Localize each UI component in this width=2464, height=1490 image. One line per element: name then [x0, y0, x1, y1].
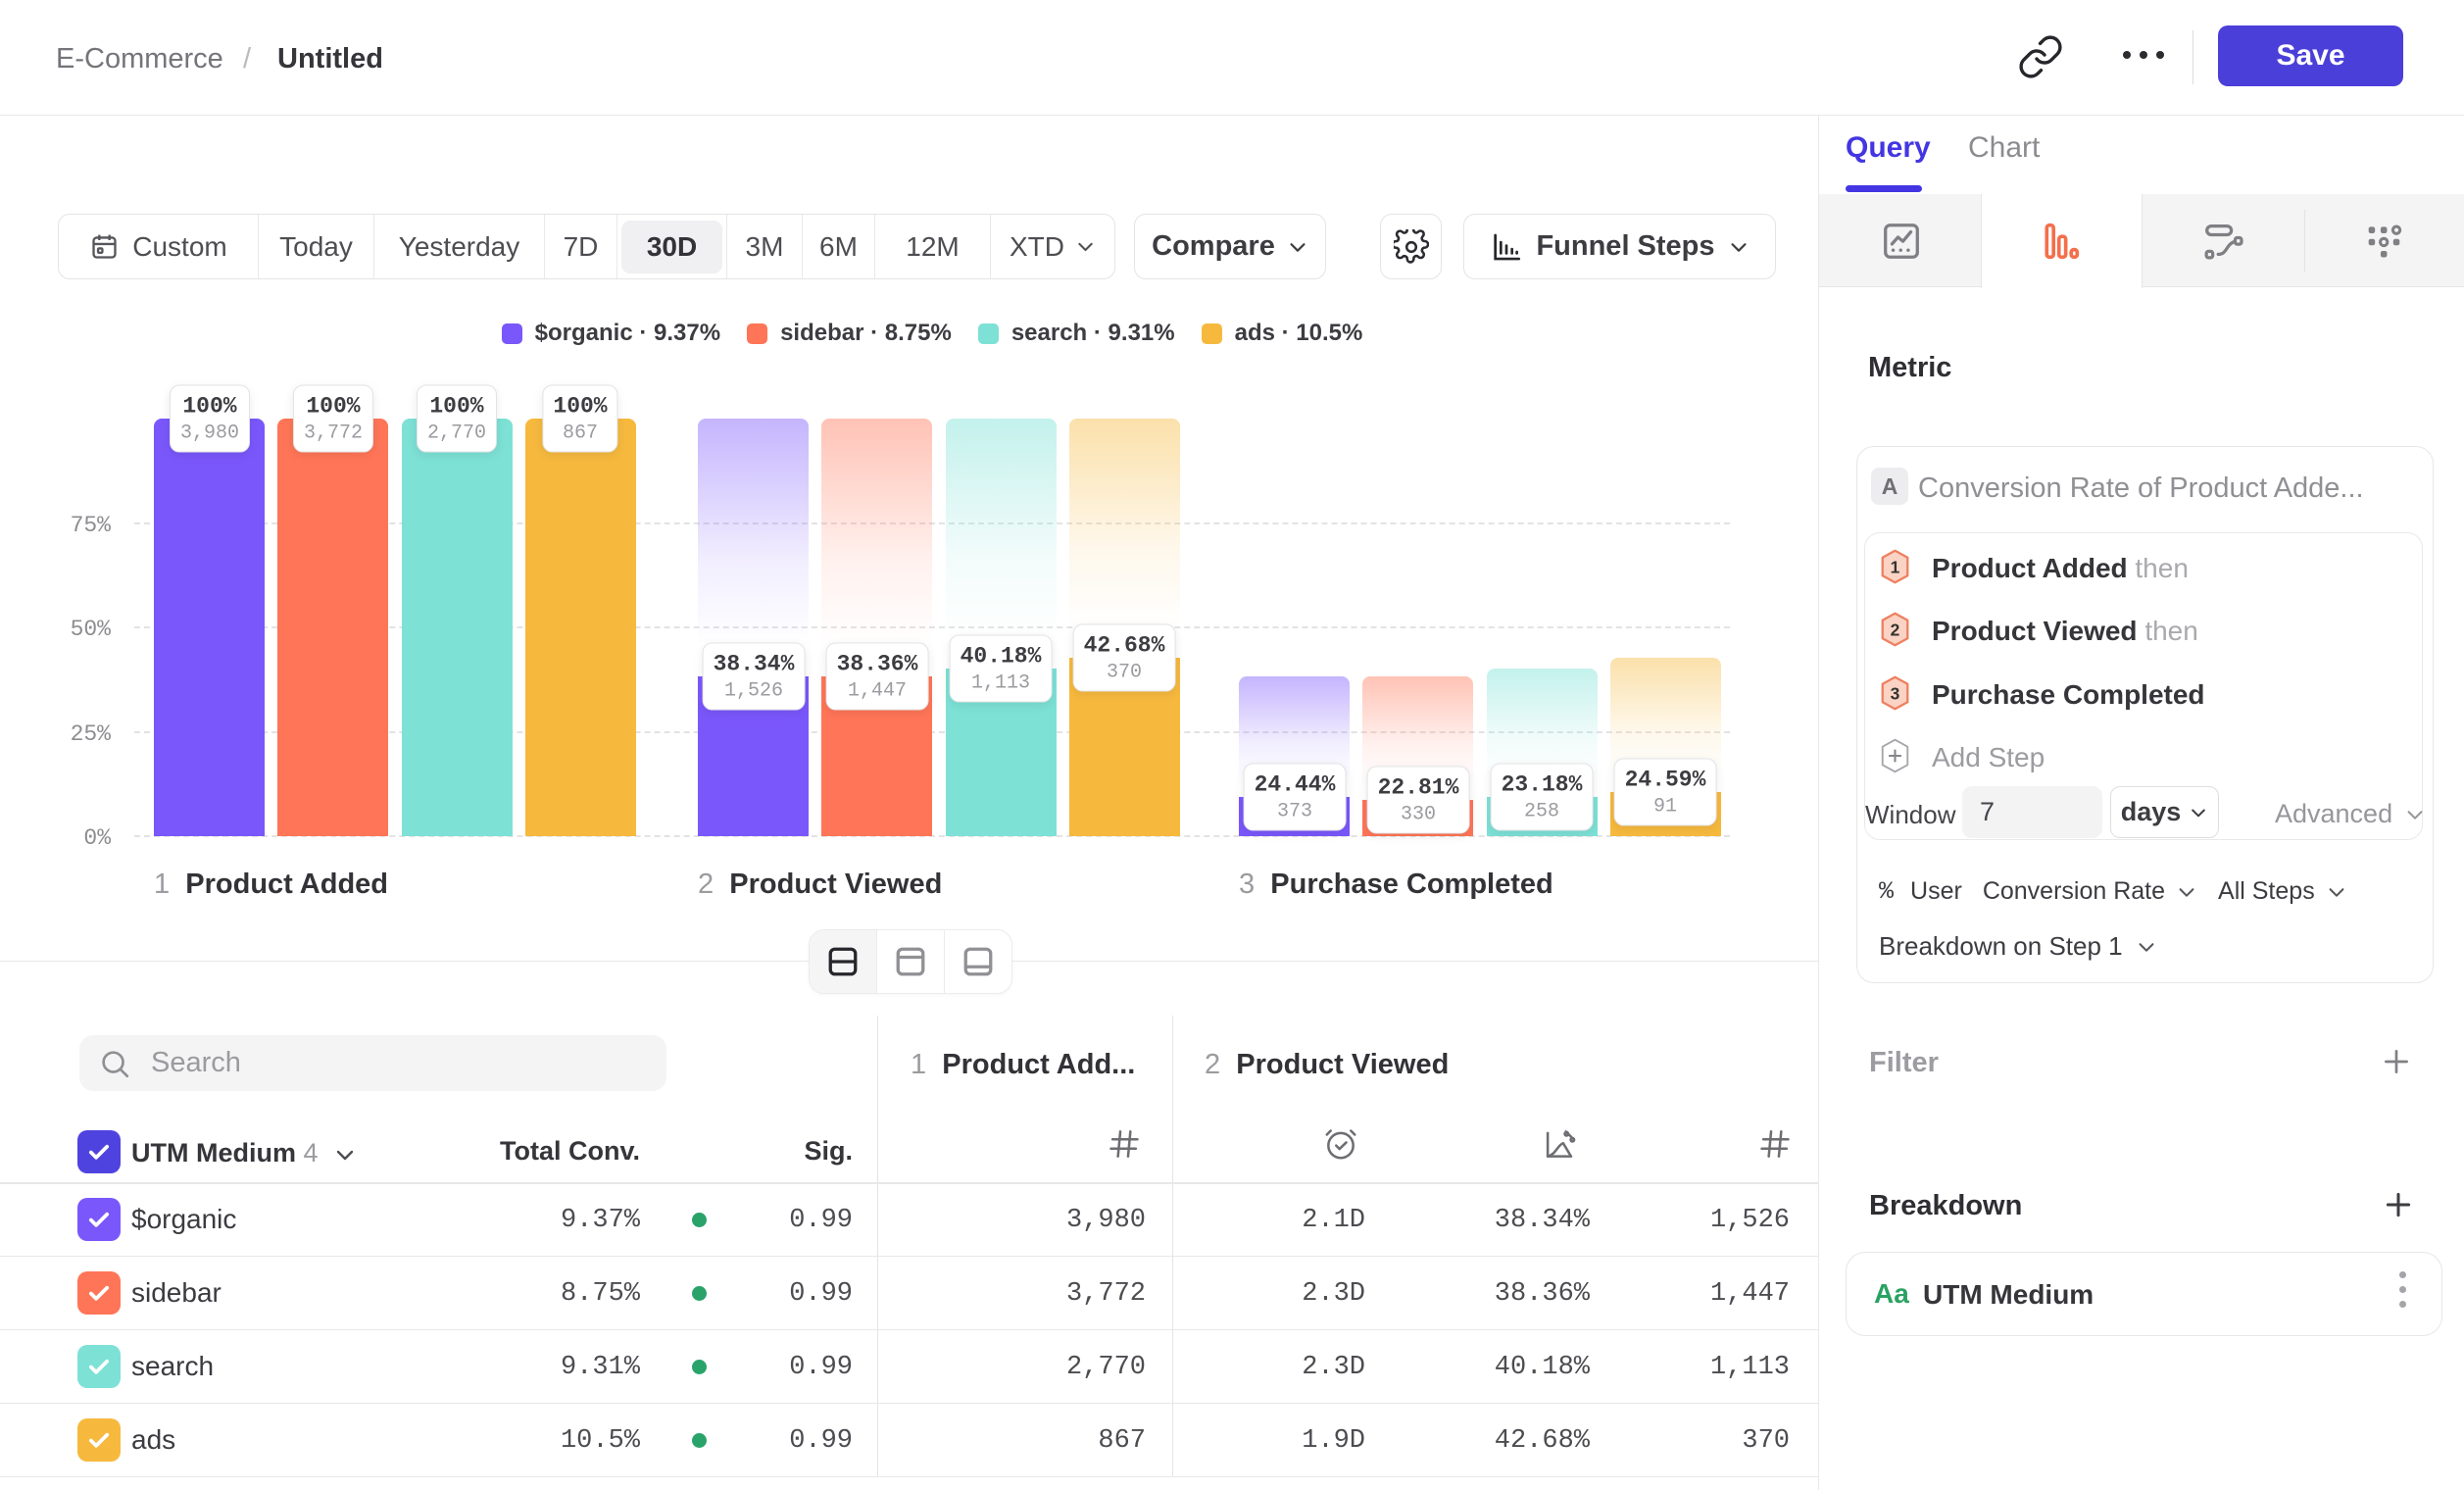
svg-text:1: 1 [1891, 557, 1900, 576]
svg-text:3: 3 [1891, 683, 1900, 703]
svg-text:2: 2 [1891, 620, 1900, 639]
